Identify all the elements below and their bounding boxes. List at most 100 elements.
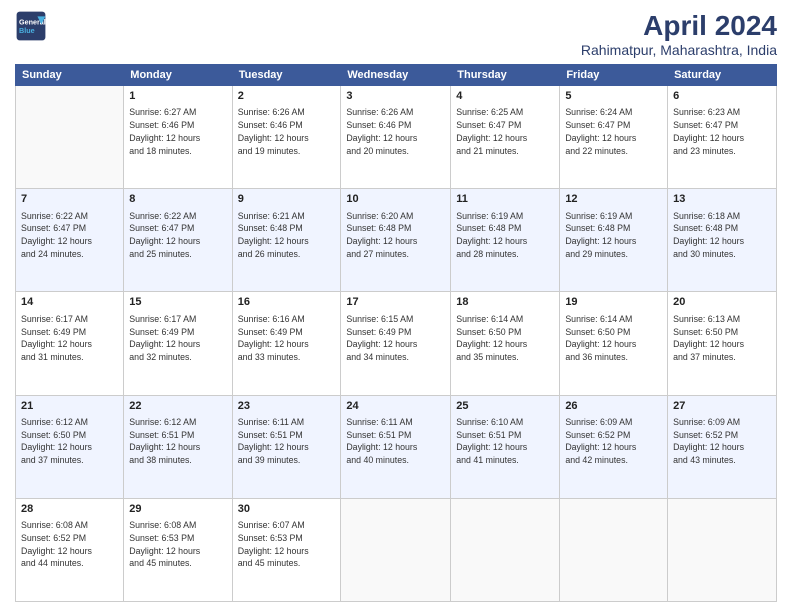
header-row: Sunday Monday Tuesday Wednesday Thursday… [16, 65, 777, 86]
day-info: Sunrise: 6:22 AM Sunset: 6:47 PM Dayligh… [21, 210, 118, 261]
day-info: Sunrise: 6:27 AM Sunset: 6:46 PM Dayligh… [129, 106, 226, 157]
day-number: 9 [238, 192, 336, 207]
day-number: 21 [21, 399, 118, 414]
day-info: Sunrise: 6:17 AM Sunset: 6:49 PM Dayligh… [21, 313, 118, 364]
day-info: Sunrise: 6:19 AM Sunset: 6:48 PM Dayligh… [565, 210, 662, 261]
calendar-cell: 24 Sunrise: 6:11 AM Sunset: 6:51 PM Dayli… [341, 395, 451, 498]
day-number: 10 [346, 192, 445, 207]
calendar-cell [341, 498, 451, 601]
calendar-cell: 20 Sunrise: 6:13 AM Sunset: 6:50 PM Dayli… [668, 292, 777, 395]
day-info: Sunrise: 6:08 AM Sunset: 6:53 PM Dayligh… [129, 519, 226, 570]
calendar-cell: 25 Sunrise: 6:10 AM Sunset: 6:51 PM Dayli… [451, 395, 560, 498]
day-info: Sunrise: 6:23 AM Sunset: 6:47 PM Dayligh… [673, 106, 771, 157]
day-number: 29 [129, 502, 226, 517]
day-info: Sunrise: 6:20 AM Sunset: 6:48 PM Dayligh… [346, 210, 445, 261]
day-info: Sunrise: 6:14 AM Sunset: 6:50 PM Dayligh… [565, 313, 662, 364]
calendar-cell: 2Sunrise: 6:26 AM Sunset: 6:46 PM Daylig… [232, 86, 341, 189]
calendar-cell: 19Sunrise: 6:14 AM Sunset: 6:50 PM Dayli… [560, 292, 668, 395]
day-number: 14 [21, 295, 118, 310]
calendar-cell: 30Sunrise: 6:07 AM Sunset: 6:53 PM Dayli… [232, 498, 341, 601]
calendar-cell: 21 Sunrise: 6:12 AM Sunset: 6:50 PM Dayli… [16, 395, 124, 498]
calendar-cell: 12 Sunrise: 6:19 AM Sunset: 6:48 PM Dayli… [560, 189, 668, 292]
col-tuesday: Tuesday [232, 65, 341, 86]
calendar-week-5: 28 Sunrise: 6:08 AM Sunset: 6:52 PM Dayli… [16, 498, 777, 601]
day-number: 8 [129, 192, 226, 207]
page-subtitle: Rahimatpur, Maharashtra, India [581, 42, 777, 58]
header: General Blue April 2024 Rahimatpur, Maha… [15, 10, 777, 58]
day-info: Sunrise: 6:08 AM Sunset: 6:52 PM Dayligh… [21, 519, 118, 570]
day-number: 20 [673, 295, 771, 310]
day-number: 11 [456, 192, 554, 207]
svg-text:Blue: Blue [19, 26, 35, 35]
logo: General Blue [15, 10, 47, 42]
calendar-cell: 27 Sunrise: 6:09 AM Sunset: 6:52 PM Dayli… [668, 395, 777, 498]
day-number: 15 [129, 295, 226, 310]
day-number: 17 [346, 295, 445, 310]
logo-icon: General Blue [15, 10, 47, 42]
day-info: Sunrise: 6:25 AM Sunset: 6:47 PM Dayligh… [456, 106, 554, 157]
day-number: 28 [21, 502, 118, 517]
day-number: 26 [565, 399, 662, 414]
calendar-cell: 28 Sunrise: 6:08 AM Sunset: 6:52 PM Dayli… [16, 498, 124, 601]
col-friday: Friday [560, 65, 668, 86]
day-info: Sunrise: 6:24 AM Sunset: 6:47 PM Dayligh… [565, 106, 662, 157]
day-number: 1 [129, 89, 226, 104]
day-info: Sunrise: 6:11 AM Sunset: 6:51 PM Dayligh… [346, 416, 445, 467]
day-number: 27 [673, 399, 771, 414]
day-info: Sunrise: 6:07 AM Sunset: 6:53 PM Dayligh… [238, 519, 336, 570]
day-info: Sunrise: 6:09 AM Sunset: 6:52 PM Dayligh… [673, 416, 771, 467]
day-info: Sunrise: 6:26 AM Sunset: 6:46 PM Dayligh… [346, 106, 445, 157]
day-number: 5 [565, 89, 662, 104]
calendar-cell: 6 Sunrise: 6:23 AM Sunset: 6:47 PM Daylig… [668, 86, 777, 189]
day-number: 12 [565, 192, 662, 207]
col-monday: Monday [124, 65, 232, 86]
day-number: 24 [346, 399, 445, 414]
col-wednesday: Wednesday [341, 65, 451, 86]
day-number: 6 [673, 89, 771, 104]
col-thursday: Thursday [451, 65, 560, 86]
day-info: Sunrise: 6:15 AM Sunset: 6:49 PM Dayligh… [346, 313, 445, 364]
calendar-week-4: 21 Sunrise: 6:12 AM Sunset: 6:50 PM Dayli… [16, 395, 777, 498]
calendar-cell [560, 498, 668, 601]
calendar-cell: 9 Sunrise: 6:21 AM Sunset: 6:48 PM Daylig… [232, 189, 341, 292]
day-number: 13 [673, 192, 771, 207]
calendar-table: Sunday Monday Tuesday Wednesday Thursday… [15, 64, 777, 602]
col-sunday: Sunday [16, 65, 124, 86]
day-info: Sunrise: 6:18 AM Sunset: 6:48 PM Dayligh… [673, 210, 771, 261]
calendar-cell [16, 86, 124, 189]
day-number: 25 [456, 399, 554, 414]
calendar-cell: 17 Sunrise: 6:15 AM Sunset: 6:49 PM Dayli… [341, 292, 451, 395]
calendar-cell: 5 Sunrise: 6:24 AM Sunset: 6:47 PM Daylig… [560, 86, 668, 189]
day-number: 7 [21, 192, 118, 207]
calendar-cell: 4Sunrise: 6:25 AM Sunset: 6:47 PM Daylig… [451, 86, 560, 189]
calendar-cell: 23 Sunrise: 6:11 AM Sunset: 6:51 PM Dayli… [232, 395, 341, 498]
calendar-cell [451, 498, 560, 601]
calendar-cell: 18Sunrise: 6:14 AM Sunset: 6:50 PM Dayli… [451, 292, 560, 395]
day-info: Sunrise: 6:10 AM Sunset: 6:51 PM Dayligh… [456, 416, 554, 467]
calendar-cell: 1 Sunrise: 6:27 AM Sunset: 6:46 PM Daylig… [124, 86, 232, 189]
day-number: 3 [346, 89, 445, 104]
calendar-cell: 15Sunrise: 6:17 AM Sunset: 6:49 PM Dayli… [124, 292, 232, 395]
calendar-cell: 8 Sunrise: 6:22 AM Sunset: 6:47 PM Daylig… [124, 189, 232, 292]
page-title: April 2024 [581, 10, 777, 42]
day-info: Sunrise: 6:21 AM Sunset: 6:48 PM Dayligh… [238, 210, 336, 261]
day-info: Sunrise: 6:09 AM Sunset: 6:52 PM Dayligh… [565, 416, 662, 467]
calendar-cell: 26 Sunrise: 6:09 AM Sunset: 6:52 PM Dayli… [560, 395, 668, 498]
title-block: April 2024 Rahimatpur, Maharashtra, Indi… [581, 10, 777, 58]
day-info: Sunrise: 6:11 AM Sunset: 6:51 PM Dayligh… [238, 416, 336, 467]
day-info: Sunrise: 6:14 AM Sunset: 6:50 PM Dayligh… [456, 313, 554, 364]
calendar-cell: 7 Sunrise: 6:22 AM Sunset: 6:47 PM Daylig… [16, 189, 124, 292]
day-info: Sunrise: 6:22 AM Sunset: 6:47 PM Dayligh… [129, 210, 226, 261]
day-info: Sunrise: 6:12 AM Sunset: 6:50 PM Dayligh… [21, 416, 118, 467]
calendar-cell: 3 Sunrise: 6:26 AM Sunset: 6:46 PM Daylig… [341, 86, 451, 189]
calendar-cell: 16Sunrise: 6:16 AM Sunset: 6:49 PM Dayli… [232, 292, 341, 395]
calendar-cell: 29 Sunrise: 6:08 AM Sunset: 6:53 PM Dayli… [124, 498, 232, 601]
calendar-cell: 22Sunrise: 6:12 AM Sunset: 6:51 PM Dayli… [124, 395, 232, 498]
page: General Blue April 2024 Rahimatpur, Maha… [0, 0, 792, 612]
day-number: 2 [238, 89, 336, 104]
day-info: Sunrise: 6:13 AM Sunset: 6:50 PM Dayligh… [673, 313, 771, 364]
calendar-week-3: 14 Sunrise: 6:17 AM Sunset: 6:49 PM Dayli… [16, 292, 777, 395]
day-number: 23 [238, 399, 336, 414]
day-info: Sunrise: 6:16 AM Sunset: 6:49 PM Dayligh… [238, 313, 336, 364]
calendar-cell: 13 Sunrise: 6:18 AM Sunset: 6:48 PM Dayli… [668, 189, 777, 292]
